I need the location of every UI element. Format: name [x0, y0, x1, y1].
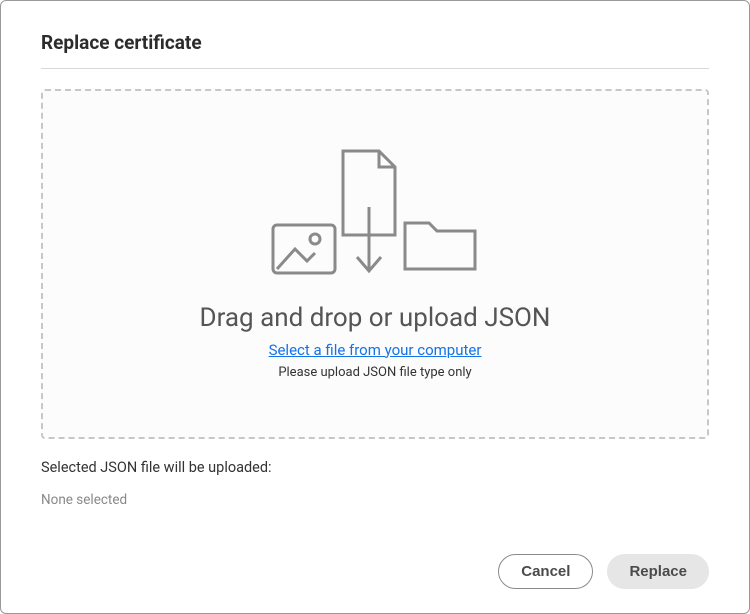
- dropzone-heading: Drag and drop or upload JSON: [200, 303, 551, 333]
- dialog-title: Replace certificate: [41, 31, 709, 69]
- document-upload-icon: [329, 149, 409, 275]
- file-dropzone[interactable]: Drag and drop or upload JSON Select a fi…: [41, 89, 709, 439]
- cancel-button[interactable]: Cancel: [498, 554, 593, 589]
- selected-file-value: None selected: [41, 492, 709, 508]
- folder-icon: [401, 219, 479, 275]
- dropzone-icon-row: [271, 149, 479, 275]
- replace-certificate-dialog: Replace certificate Drag and drop or upl…: [0, 0, 750, 614]
- dropzone-hint: Please upload JSON file type only: [278, 365, 471, 380]
- dialog-button-row: Cancel Replace: [41, 554, 709, 589]
- image-icon: [271, 223, 337, 275]
- replace-button[interactable]: Replace: [607, 554, 709, 589]
- select-file-link[interactable]: Select a file from your computer: [269, 341, 482, 359]
- selected-file-label: Selected JSON file will be uploaded:: [41, 459, 709, 476]
